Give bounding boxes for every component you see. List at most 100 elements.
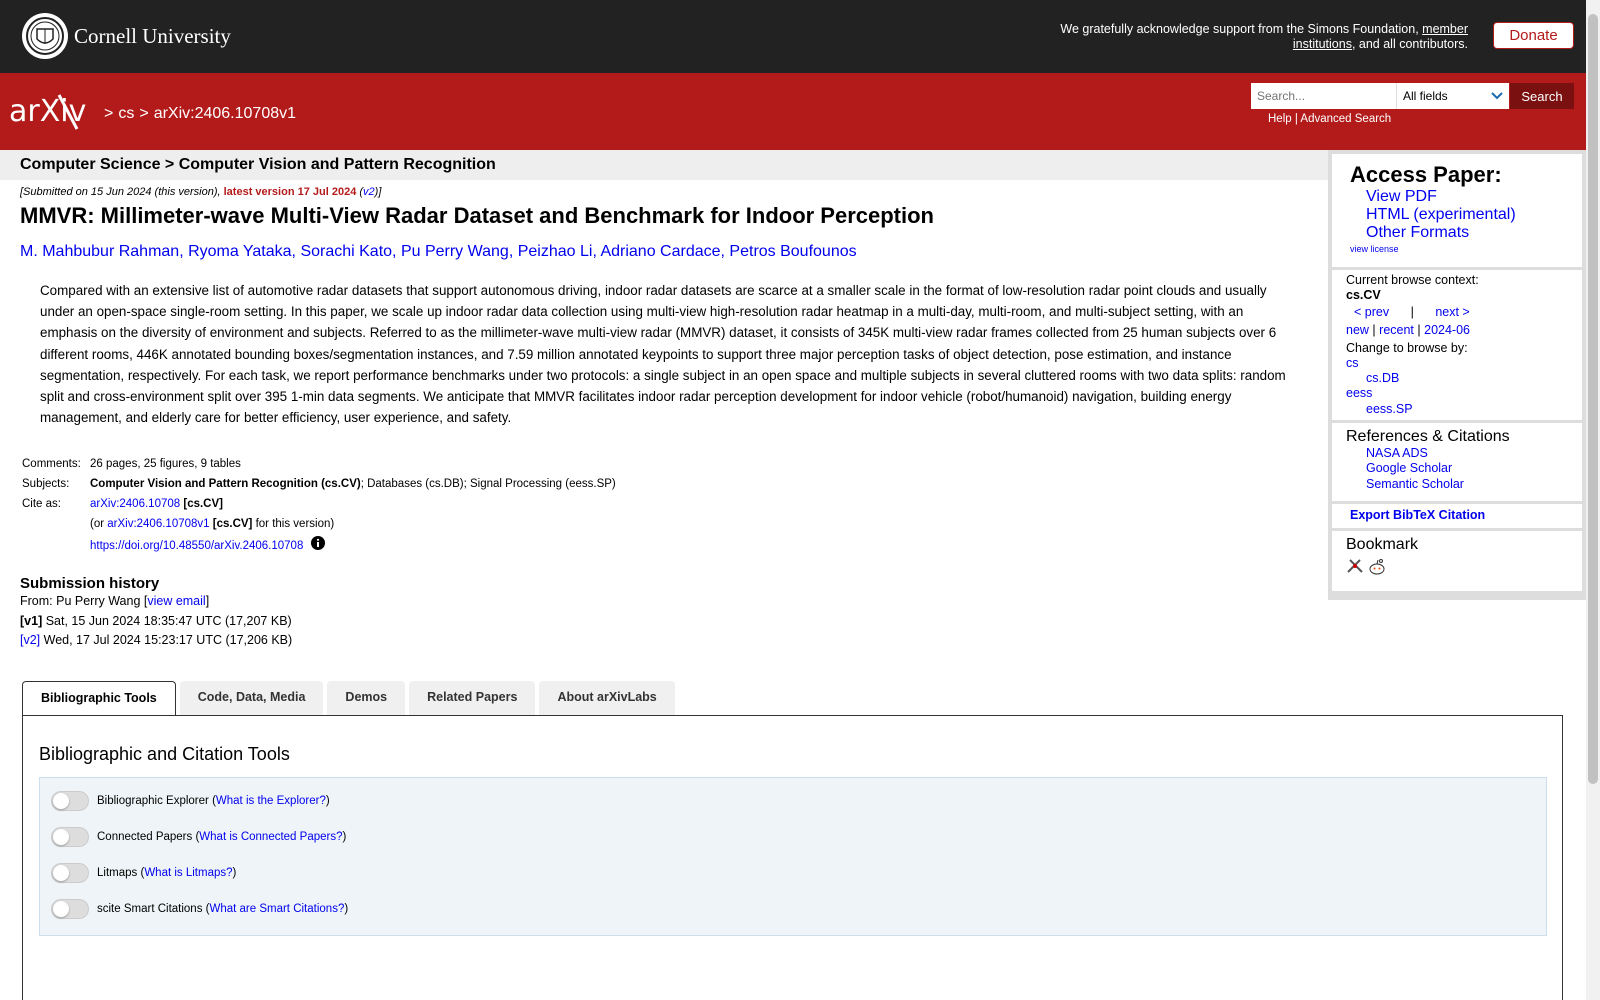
author-link[interactable]: Ryoma Yataka: [188, 243, 291, 260]
breadcrumb-cs[interactable]: cs: [118, 105, 134, 123]
bibsonomy-icon[interactable]: [1346, 558, 1364, 579]
arxiv-logo[interactable]: arXiv: [9, 91, 101, 134]
view-license-link[interactable]: view license: [1350, 244, 1564, 254]
other-formats-link[interactable]: Other Formats: [1366, 224, 1564, 242]
browse-eesssp-link[interactable]: eess.SP: [1366, 402, 1568, 417]
version-suffix: for this version): [252, 518, 335, 531]
doi-row: https://doi.org/10.48550/arXiv.2406.1070…: [20, 534, 618, 557]
comments-value: 26 pages, 25 figures, 9 tables: [90, 458, 241, 471]
what-is-explorer-link[interactable]: What is the Explorer?: [216, 795, 326, 807]
scite-toggle[interactable]: [51, 899, 89, 919]
version-cite-value: (or arXiv:2406.10708v1 [cs.CV] for this …: [88, 514, 618, 534]
sep: |: [1372, 322, 1376, 337]
v2-text: Wed, 17 Jul 2024 15:23:17 UTC (17,206 KB…: [40, 633, 293, 648]
subjects-label: Subjects:: [22, 478, 70, 491]
browse-csdb-link[interactable]: cs.DB: [1366, 371, 1568, 386]
abstract: Compared with an extensive list of autom…: [40, 283, 1286, 426]
breadcrumb-sep: >: [104, 105, 114, 122]
recent-link[interactable]: recent: [1379, 323, 1414, 337]
history-v1: [v1] Sat, 15 Jun 2024 18:35:47 UTC (17,2…: [20, 612, 1320, 632]
tab-related-papers[interactable]: Related Papers: [409, 681, 536, 715]
dateline: [Submitted on 15 Jun 2024 (this version)…: [20, 186, 1320, 198]
cornell-bar: Cornell University We gratefully acknowl…: [0, 0, 1586, 73]
what-are-smart-citations-link[interactable]: What are Smart Citations?: [209, 903, 344, 915]
browse-links-row: new | recent | 2024-06: [1346, 323, 1568, 338]
cite-id-link[interactable]: arXiv:2406.10708: [90, 498, 180, 510]
browse-eess-link[interactable]: eess: [1346, 386, 1568, 401]
bookmark-title: Bookmark: [1346, 536, 1419, 553]
cite-category: [cs.CV]: [183, 498, 223, 511]
references-box: References & Citations NASA ADS Google S…: [1332, 423, 1582, 501]
v2-link[interactable]: v2: [363, 186, 375, 198]
submission-history-title: Submission history: [20, 575, 160, 593]
paper-main: [Submitted on 15 Jun 2024 (this version)…: [20, 186, 1320, 651]
new-link[interactable]: new: [1346, 323, 1369, 337]
breadcrumb-sep: >: [139, 105, 149, 122]
tool-name: Litmaps: [97, 867, 138, 879]
connected-papers-toggle[interactable]: [51, 827, 89, 847]
paper-title: MMVR: Millimeter-wave Multi-View Radar D…: [20, 203, 934, 228]
tool-row-explorer: Bibliographic Explorer (What is the Expl…: [51, 791, 330, 811]
tab-demos[interactable]: Demos: [327, 681, 406, 715]
prev-next-sep: |: [1410, 305, 1414, 320]
tab-bibliographic-tools[interactable]: Bibliographic Tools: [22, 681, 176, 716]
view-pdf-link[interactable]: View PDF: [1366, 188, 1564, 206]
browse-context-box: Current browse context: cs.CV < prev | n…: [1332, 270, 1582, 420]
chevron-down-icon: [1491, 89, 1503, 103]
info-icon[interactable]: [311, 536, 326, 555]
next-link[interactable]: next >: [1435, 305, 1469, 319]
context-value: cs.CV: [1346, 288, 1381, 303]
search-button[interactable]: Search: [1510, 83, 1574, 109]
cite-row: Cite as: arXiv:2406.10708 [cs.CV]: [20, 494, 618, 514]
export-bibtex-link[interactable]: Export BibTeX Citation: [1350, 508, 1485, 522]
tool-row-connected-papers: Connected Papers (What is Connected Pape…: [51, 827, 346, 847]
tab-about-arxivlabs[interactable]: About arXivLabs: [539, 681, 675, 715]
author-link[interactable]: Peizhao Li: [518, 243, 593, 260]
change-browse-label: Change to browse by:: [1346, 340, 1468, 355]
v2-history-link[interactable]: [v2]: [20, 633, 40, 647]
version-id-link[interactable]: arXiv:2406.10708v1: [107, 518, 209, 530]
what-is-litmaps-link[interactable]: What is Litmaps?: [144, 867, 232, 879]
tool-row-scite: scite Smart Citations (What are Smart Ci…: [51, 899, 348, 919]
donate-button[interactable]: Donate: [1493, 22, 1574, 49]
month-link[interactable]: 2024-06: [1424, 323, 1470, 337]
semantic-scholar-link[interactable]: Semantic Scholar: [1366, 477, 1568, 492]
comments-label: Comments:: [22, 458, 81, 471]
cornell-name: Cornell University: [74, 23, 231, 48]
doi-link[interactable]: https://doi.org/10.48550/arXiv.2406.1070…: [90, 538, 303, 554]
litmaps-toggle[interactable]: [51, 863, 89, 883]
author-link[interactable]: Petros Boufounos: [729, 243, 856, 260]
breadcrumb-paper-id: arXiv:2406.10708v1: [153, 105, 297, 122]
v1-text: Sat, 15 Jun 2024 18:35:47 UTC (17,207 KB…: [42, 613, 292, 628]
advanced-search-link[interactable]: Advanced Search: [1300, 113, 1391, 125]
what-is-connected-papers-link[interactable]: What is Connected Papers?: [199, 831, 342, 843]
html-experimental-link[interactable]: HTML (experimental): [1366, 206, 1564, 224]
author-link[interactable]: Pu Perry Wang: [401, 243, 509, 260]
support-suffix: , and all contributors.: [1351, 37, 1468, 51]
cornell-logo[interactable]: Cornell University: [22, 13, 231, 59]
scrollbar-thumb[interactable]: [1588, 14, 1598, 784]
comments-row: Comments: 26 pages, 25 figures, 9 tables: [20, 454, 618, 474]
prev-link[interactable]: < prev: [1354, 305, 1389, 319]
page-scrollbar[interactable]: [1586, 0, 1600, 1000]
subject-bar: Computer Science > Computer Vision and P…: [0, 150, 1328, 180]
tab-code-data-media[interactable]: Code, Data, Media: [179, 681, 324, 715]
search-input[interactable]: [1251, 83, 1396, 109]
bookmark-box: Bookmark: [1332, 531, 1582, 591]
prev-next-row: < prev | next >: [1346, 305, 1568, 320]
tool-name: Bibliographic Explorer: [97, 795, 209, 807]
reddit-icon[interactable]: [1368, 558, 1386, 579]
explorer-toggle[interactable]: [51, 791, 89, 811]
field-select[interactable]: All fields: [1396, 83, 1509, 109]
author-link[interactable]: Sorachi Kato: [300, 243, 392, 260]
author-link[interactable]: Adriano Cardace: [600, 243, 720, 260]
nasa-ads-link[interactable]: NASA ADS: [1366, 446, 1568, 461]
latest-version: latest version 17 Jul 2024: [223, 186, 357, 198]
author-link[interactable]: M. Mahbubur Rahman: [20, 243, 179, 260]
export-box: Export BibTeX Citation: [1332, 504, 1582, 528]
help-link[interactable]: Help: [1268, 113, 1292, 125]
browse-cs-link[interactable]: cs: [1346, 356, 1568, 371]
tab-panel: Bibliographic and Citation Tools Bibliog…: [22, 715, 1563, 1000]
google-scholar-link[interactable]: Google Scholar: [1366, 461, 1568, 476]
view-email-link[interactable]: view email: [147, 594, 205, 608]
